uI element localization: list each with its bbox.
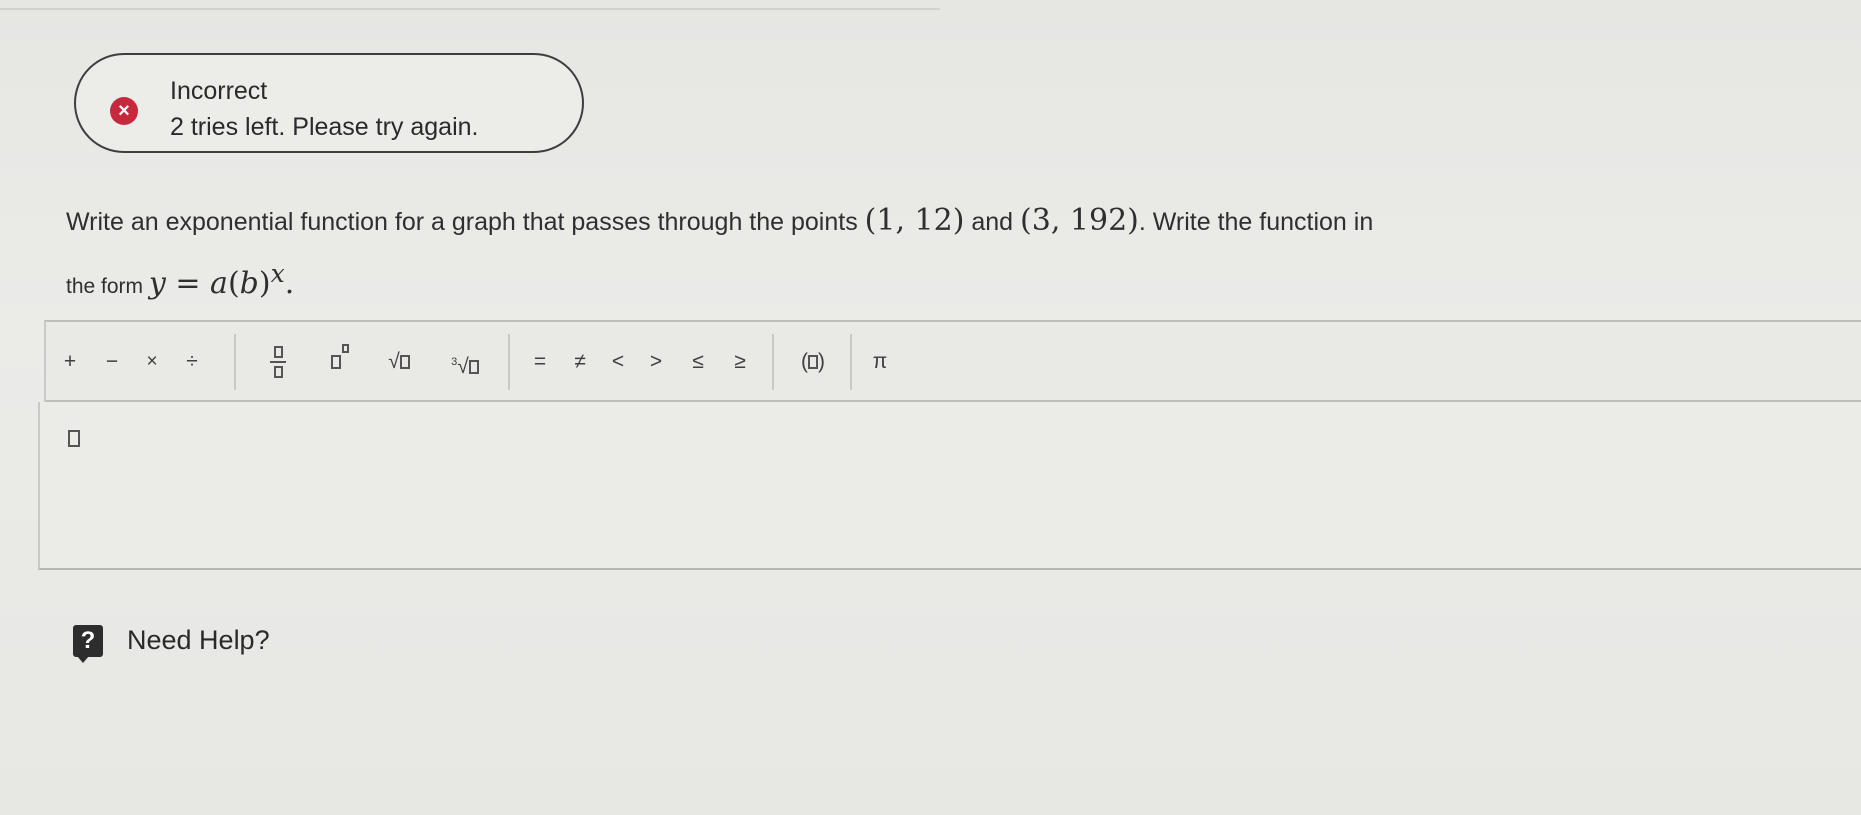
question-intro: Write an exponential function for a grap… (66, 208, 865, 236)
paren-close: ) (818, 350, 825, 373)
greater-than-button[interactable]: > (642, 344, 670, 380)
greater-equal-button[interactable]: ≥ (726, 344, 754, 380)
form-period: . (284, 266, 295, 301)
paren-open: ( (801, 350, 808, 373)
form-lparen: ( (227, 266, 240, 301)
pi-button[interactable]: π (866, 344, 894, 380)
equals-button[interactable]: = (526, 344, 554, 380)
sqrt-symbol: √ (388, 350, 400, 373)
plus-button[interactable]: + (60, 344, 80, 380)
form-rparen: ) (258, 266, 271, 301)
form-b: b (239, 266, 259, 301)
square-root-icon: √ (388, 350, 410, 373)
fraction-icon (270, 346, 286, 379)
need-help-label: Need Help? (127, 625, 270, 655)
form-x: x (270, 259, 285, 288)
toolbar-separator (772, 334, 774, 390)
exponent-button[interactable] (320, 344, 360, 380)
times-button[interactable]: × (142, 344, 162, 380)
math-toolbar: + − × ÷ √ 3√ = ≠ < > ≤ ≥ () π (44, 320, 1861, 402)
question-and: and (964, 208, 1021, 236)
function-form: y = a(b)x. (148, 259, 295, 301)
form-a: a (210, 266, 228, 301)
less-than-button[interactable]: < (604, 344, 632, 380)
feedback-banner: × Incorrect 2 tries left. Please try aga… (74, 53, 584, 153)
nth-root-icon: 3√ (451, 355, 479, 378)
top-divider (0, 0, 940, 10)
minus-button[interactable]: − (102, 344, 122, 380)
square-root-button[interactable]: √ (374, 344, 424, 380)
fraction-button[interactable] (258, 344, 298, 380)
feedback-message: 2 tries left. Please try again. (170, 113, 479, 141)
parentheses-icon: () (801, 350, 825, 373)
point-1: (1, 12) (864, 203, 965, 238)
question-icon: ? (73, 625, 103, 663)
point-2: (3, 192) (1020, 203, 1139, 238)
answer-input[interactable] (38, 402, 1861, 570)
not-equals-button[interactable]: ≠ (566, 344, 594, 380)
nth-root-symbol: √ (457, 355, 469, 378)
feedback-title: Incorrect (170, 77, 268, 105)
exponent-icon (331, 344, 349, 373)
toolbar-separator (508, 334, 510, 390)
form-equals: = (165, 266, 211, 301)
less-equal-button[interactable]: ≤ (684, 344, 712, 380)
nth-root-button[interactable]: 3√ (438, 344, 492, 380)
question-outro: . Write the function in (1138, 208, 1374, 236)
question-text: Write an exponential function for a grap… (66, 195, 1826, 313)
parentheses-button[interactable]: () (788, 344, 838, 380)
toolbar-separator (234, 334, 236, 390)
form-y: y (148, 266, 166, 301)
x-icon: × (110, 97, 138, 125)
form-label: the form (66, 275, 149, 298)
divide-button[interactable]: ÷ (182, 344, 202, 380)
toolbar-separator (850, 334, 852, 390)
input-placeholder-box (68, 430, 80, 447)
